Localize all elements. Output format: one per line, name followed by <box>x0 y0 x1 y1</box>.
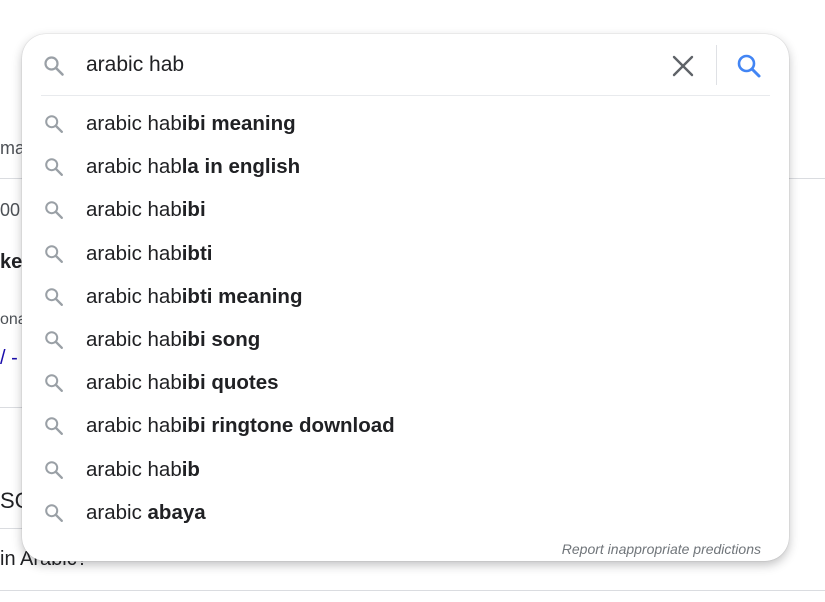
suggestion-prefix: arabic <box>86 500 148 524</box>
suggestion-text: arabic habibti meaning <box>86 285 302 309</box>
report-predictions-link[interactable]: Report inappropriate predictions <box>562 541 761 557</box>
suggestion-completion: ibi ringtone download <box>181 414 395 438</box>
suggestion-item[interactable]: arabic habibi meaning <box>22 102 789 145</box>
search-icon <box>43 199 65 221</box>
search-icon <box>43 156 65 178</box>
search-icon <box>43 415 65 437</box>
bg-link-fragment[interactable]: / - <box>0 347 18 370</box>
bg-text-fragment: 00 <box>0 200 21 220</box>
bg-divider <box>0 590 825 591</box>
search-bar-divider <box>716 45 717 85</box>
search-icon <box>43 243 65 265</box>
suggestion-prefix: arabic hab <box>86 414 182 438</box>
suggestion-item[interactable]: arabic habibti meaning <box>22 275 789 318</box>
suggestion-text: arabic habibi meaning <box>86 112 296 136</box>
search-icon <box>43 372 65 394</box>
suggestion-prefix: arabic hab <box>86 198 182 222</box>
search-input[interactable] <box>86 50 646 80</box>
search-icon <box>43 113 65 135</box>
suggestion-item[interactable]: arabic habibi ringtone download <box>22 404 789 447</box>
dropdown-divider <box>41 95 770 96</box>
suggestion-prefix: arabic hab <box>86 241 182 265</box>
bg-divider <box>0 407 22 408</box>
search-icon <box>43 502 65 524</box>
suggestion-text: arabic habla in english <box>86 155 300 179</box>
suggestion-item[interactable]: arabic habla in english <box>22 145 789 188</box>
suggestion-prefix: arabic hab <box>86 371 182 395</box>
search-icon <box>43 459 65 481</box>
search-suggestion-dropdown: arabic habibi meaningarabic habla in eng… <box>22 34 789 561</box>
suggestion-text: arabic habibi song <box>86 328 260 352</box>
suggestion-item[interactable]: arabic abaya <box>22 491 789 534</box>
suggestion-completion: ib <box>181 457 200 481</box>
close-icon <box>672 55 694 77</box>
bg-divider <box>0 528 22 529</box>
suggestion-item[interactable]: arabic habibi <box>22 188 789 231</box>
search-icon <box>42 54 66 78</box>
suggestion-completion: ibi meaning <box>181 112 296 135</box>
suggestion-prefix: arabic hab <box>86 155 182 179</box>
search-submit-button[interactable] <box>735 52 763 80</box>
suggestion-item[interactable]: arabic habib <box>22 448 789 491</box>
search-icon <box>737 54 761 78</box>
suggestion-completion: ibi song <box>181 327 261 351</box>
suggestion-text: arabic habibi quotes <box>86 371 279 395</box>
suggestion-completion: la in english <box>181 155 301 179</box>
suggestion-item[interactable]: arabic habibi quotes <box>22 361 789 404</box>
suggestion-text: arabic habibi <box>86 198 206 222</box>
suggestion-prefix: arabic hab <box>86 284 182 308</box>
suggestion-completion: ibti meaning <box>181 284 303 308</box>
suggestion-text: arabic habib <box>86 458 200 482</box>
suggestion-text: arabic habibi ringtone download <box>86 414 395 438</box>
search-icon <box>43 329 65 351</box>
suggestion-completion: ibti <box>181 241 213 265</box>
suggestion-prefix: arabic hab <box>86 112 182 135</box>
suggestion-item[interactable]: arabic habibi song <box>22 318 789 361</box>
suggestion-prefix: arabic hab <box>86 457 182 481</box>
bg-divider <box>0 178 22 179</box>
clear-search-button[interactable] <box>670 53 696 79</box>
suggestion-item[interactable]: arabic habibti <box>22 232 789 275</box>
suggestion-completion: ibi <box>181 198 206 222</box>
suggestion-text: arabic abaya <box>86 501 206 525</box>
suggestion-list: arabic habibi meaning arabic habla in eng… <box>22 102 789 534</box>
bg-result-title-fragment[interactable]: ke <box>0 251 22 274</box>
search-icon <box>43 286 65 308</box>
suggestion-prefix: arabic hab <box>86 327 182 351</box>
suggestion-completion: ibi quotes <box>181 371 279 395</box>
bg-divider <box>785 178 825 179</box>
suggestion-completion: abaya <box>147 500 206 524</box>
suggestion-text: arabic habibti <box>86 242 212 266</box>
search-bar <box>22 34 789 96</box>
